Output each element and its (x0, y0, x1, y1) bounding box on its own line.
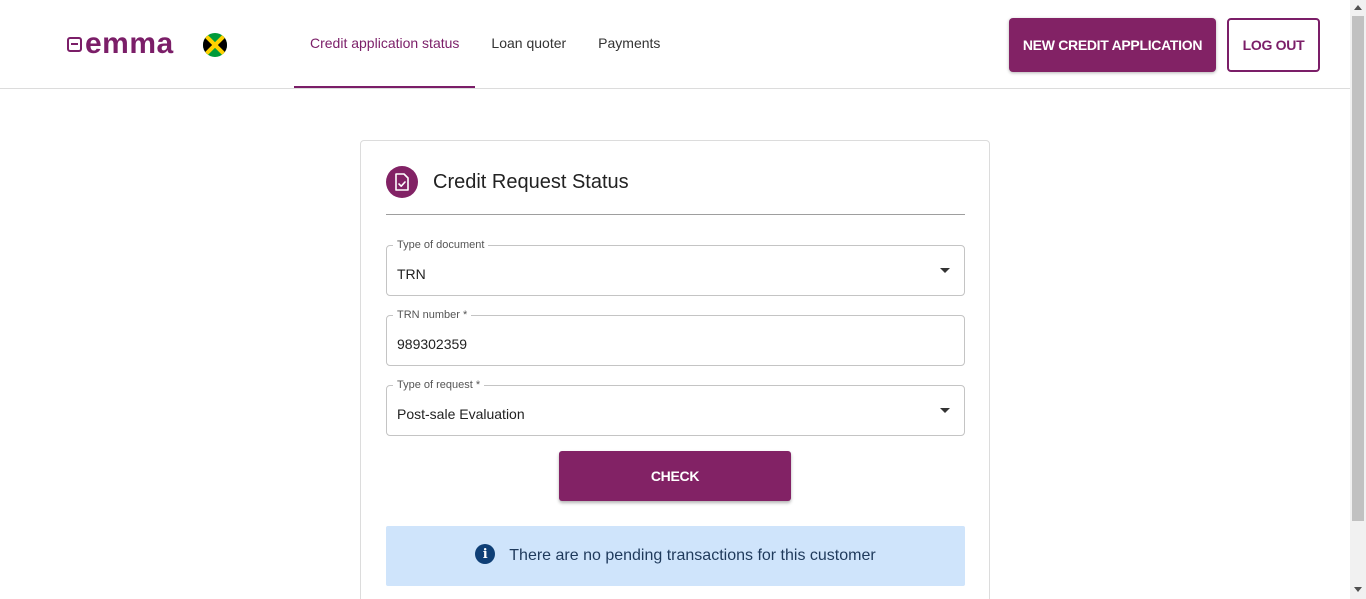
check-button[interactable]: CHECK (559, 451, 791, 501)
top-header: emma Credit application status Loan quot… (0, 0, 1350, 89)
request-type-value: Post-sale Evaluation (397, 406, 525, 422)
document-type-value: TRN (397, 266, 426, 282)
vertical-scrollbar[interactable] (1350, 0, 1366, 599)
nav-credit-application-status[interactable]: Credit application status (294, 0, 476, 89)
document-check-icon (386, 166, 418, 198)
scrollbar-thumb[interactable] (1352, 16, 1364, 521)
request-type-label: Type of request * (393, 378, 485, 392)
scroll-up-arrow-icon[interactable] (1354, 5, 1362, 10)
logo-mark-icon (67, 36, 82, 52)
card-header: Credit Request Status (386, 166, 965, 215)
card-title: Credit Request Status (433, 171, 629, 193)
trn-number-label: TRN number * (393, 308, 472, 322)
dropdown-caret-icon[interactable] (940, 408, 950, 413)
new-credit-application-button[interactable]: NEW CREDIT APPLICATION (1009, 18, 1216, 72)
main-nav: Credit application status Loan quoter Pa… (294, 0, 676, 89)
request-type-select[interactable]: Type of request * Post-sale Evaluation (386, 378, 965, 436)
dropdown-caret-icon[interactable] (940, 268, 950, 273)
logo-text: emma (85, 27, 174, 60)
info-message: There are no pending transactions for th… (509, 547, 876, 564)
nav-payments[interactable]: Payments (582, 0, 676, 89)
logout-button[interactable]: LOG OUT (1227, 18, 1320, 72)
scroll-down-arrow-icon[interactable] (1354, 587, 1362, 592)
info-alert: i There are no pending transactions for … (386, 526, 965, 586)
document-type-select[interactable]: Type of document TRN (386, 238, 965, 296)
credit-request-card: Credit Request Status Type of document T… (360, 140, 990, 599)
jamaica-flag-icon (203, 33, 227, 57)
document-type-label: Type of document (393, 238, 489, 252)
trn-number-value: 989302359 (397, 336, 468, 352)
nav-loan-quoter[interactable]: Loan quoter (475, 0, 582, 89)
info-icon: i (475, 544, 496, 564)
page: emma Credit application status Loan quot… (0, 0, 1366, 599)
emma-logo[interactable]: emma (67, 27, 174, 60)
trn-number-field[interactable]: TRN number * 989302359 (386, 308, 965, 366)
